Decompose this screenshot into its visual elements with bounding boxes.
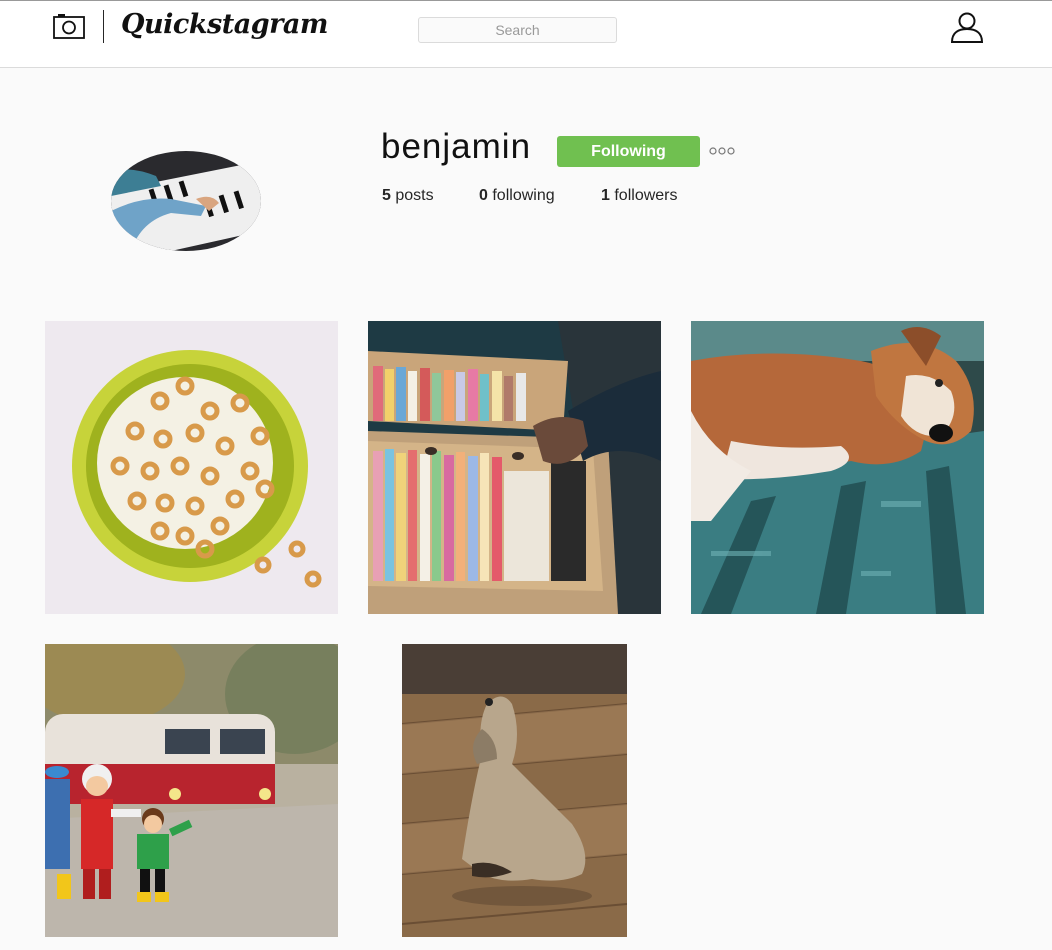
search-input[interactable] [418,17,617,43]
following-button[interactable]: Following [557,136,700,167]
posts-label: posts [395,187,434,204]
posts-count: 5 [382,187,391,204]
post-thumbnail-dog-bench[interactable] [691,321,984,614]
profile-username: benjamin [381,127,532,166]
following-stat[interactable]: 0 following [479,187,555,205]
post-thumbnail-toys[interactable] [45,644,338,937]
following-label: following [492,187,555,204]
post-thumbnail-fluffy-dog[interactable] [402,644,627,937]
followers-label: followers [614,187,678,204]
camera-icon[interactable] [53,13,85,39]
more-options-icon[interactable] [709,145,737,157]
post-thumbnail-records[interactable] [368,321,661,614]
post-thumbnail-cereal[interactable] [45,321,338,614]
app-logo[interactable]: Quickstagram [121,9,328,40]
profile-avatar [111,151,261,251]
top-nav-bar: Quickstagram [0,0,1052,68]
following-count: 0 [479,187,488,204]
followers-stat[interactable]: 1 followers [601,187,678,205]
followers-count: 1 [601,187,610,204]
posts-stat: 5 posts [382,187,434,205]
header-divider [103,10,104,43]
profile-icon[interactable] [949,12,985,44]
